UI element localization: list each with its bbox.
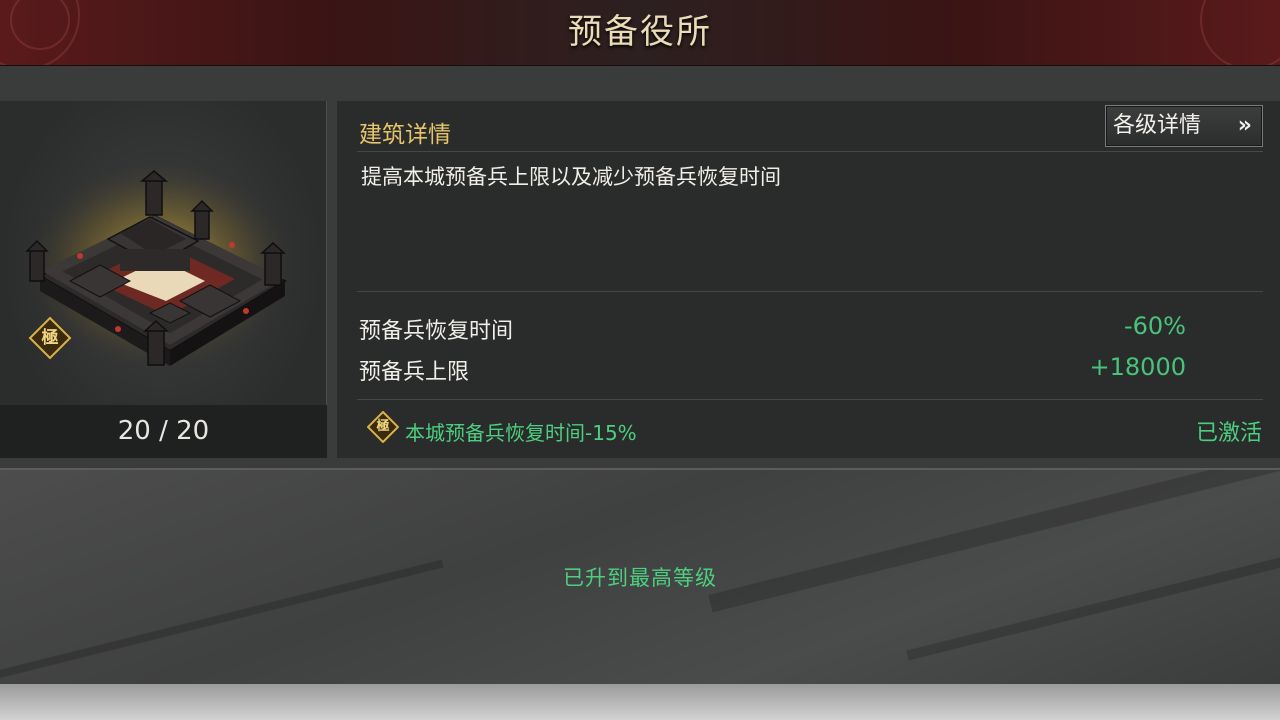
page-title: 预备役所: [568, 12, 712, 52]
building-illustration: [20, 166, 300, 386]
level-details-button[interactable]: 各级详情 »: [1105, 105, 1263, 147]
level-details-label: 各级详情: [1113, 113, 1202, 138]
bonus-effect-text: 本城预备兵恢复时间-15%: [405, 421, 637, 445]
bonus-status: 已激活: [1195, 421, 1262, 446]
divider: [357, 291, 1263, 292]
building-details-panel: 建筑详情 各级详情 » 提高本城预备兵上限以及减少预备兵恢复时间 预备兵恢复时间…: [337, 101, 1280, 458]
title-bar: 预备役所: [0, 0, 1280, 66]
building-level: 20 / 20: [0, 405, 327, 458]
stat-value-recovery-time: -60%: [1123, 312, 1186, 340]
stat-value-reserve-cap: +18000: [1089, 353, 1186, 381]
divider: [357, 399, 1263, 400]
section-title: 建筑详情: [359, 122, 451, 148]
grade-badge-label: 極: [41, 328, 59, 348]
upgrade-area: 已升到最高等级: [0, 468, 1280, 684]
building-description: 提高本城预备兵上限以及减少预备兵恢复时间: [361, 165, 781, 189]
footer-bar: [0, 684, 1280, 720]
max-level-status: 已升到最高等级: [563, 566, 717, 590]
divider: [357, 151, 1263, 152]
bonus-grade-label: 極: [376, 419, 390, 434]
stat-label-recovery-time: 预备兵恢复时间: [359, 319, 514, 344]
double-chevron-right-icon: »: [1237, 113, 1252, 138]
stat-label-reserve-cap: 预备兵上限: [359, 360, 470, 385]
